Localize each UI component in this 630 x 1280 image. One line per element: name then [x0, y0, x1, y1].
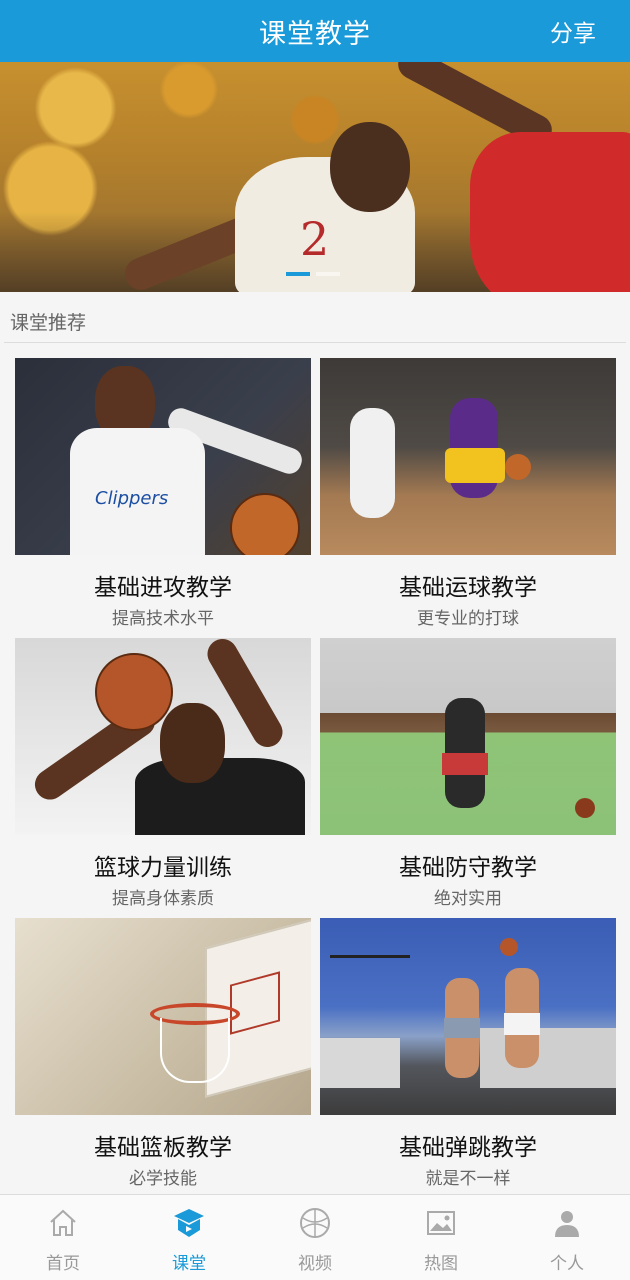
tab-classroom[interactable]: 课堂	[126, 1195, 252, 1280]
tab-home[interactable]: 首页	[0, 1195, 126, 1280]
image-icon	[423, 1205, 459, 1241]
course-title: 基础篮板教学	[94, 1135, 232, 1161]
course-subtitle: 更专业的打球	[417, 609, 519, 629]
course-thumbnail	[320, 638, 616, 835]
section-divider	[4, 342, 626, 343]
course-card[interactable]: 基础弹跳教学 就是不一样	[320, 918, 616, 1189]
classroom-icon	[171, 1205, 207, 1241]
course-subtitle: 绝对实用	[434, 889, 502, 909]
tab-label: 热图	[424, 1254, 458, 1274]
course-thumbnail	[320, 918, 616, 1115]
course-title: 基础运球教学	[399, 575, 537, 601]
course-card[interactable]: 基础运球教学 更专业的打球	[320, 358, 616, 629]
share-button[interactable]: 分享	[550, 14, 596, 48]
home-icon	[45, 1205, 81, 1241]
person-icon	[549, 1205, 585, 1241]
course-title: 基础弹跳教学	[399, 1135, 537, 1161]
course-thumbnail	[15, 918, 311, 1115]
page-title: 课堂教学	[259, 18, 371, 50]
course-thumbnail	[320, 358, 616, 555]
course-title: 基础防守教学	[399, 855, 537, 881]
banner-player2	[470, 132, 630, 292]
course-title: 篮球力量训练	[94, 855, 232, 881]
course-subtitle: 提高身体素质	[112, 889, 214, 909]
video-icon	[297, 1205, 333, 1241]
course-card[interactable]: 基础防守教学 绝对实用	[320, 638, 616, 909]
banner-carousel[interactable]: 2	[0, 62, 630, 292]
tab-video[interactable]: 视频	[252, 1195, 378, 1280]
bottom-tab-bar: 首页 课堂 视频 热图 个人	[0, 1194, 630, 1280]
carousel-dot[interactable]	[316, 272, 340, 276]
tab-label: 个人	[550, 1254, 584, 1274]
course-title: 基础进攻教学	[94, 575, 232, 601]
app-header: 课堂教学 分享	[0, 0, 630, 62]
carousel-indicator	[286, 272, 340, 276]
course-subtitle: 提高技术水平	[112, 609, 214, 629]
course-thumbnail	[15, 638, 311, 835]
course-thumbnail: Clippers	[15, 358, 311, 555]
tab-hot-images[interactable]: 热图	[378, 1195, 504, 1280]
tab-label: 首页	[46, 1254, 80, 1274]
banner-player1-head	[330, 122, 410, 212]
tab-label: 视频	[298, 1254, 332, 1274]
tab-label: 课堂	[172, 1254, 206, 1274]
course-subtitle: 就是不一样	[425, 1169, 511, 1189]
carousel-dot-active[interactable]	[286, 272, 310, 276]
tab-profile[interactable]: 个人	[504, 1195, 630, 1280]
course-card[interactable]: 基础篮板教学 必学技能	[15, 918, 311, 1189]
course-card[interactable]: Clippers 基础进攻教学 提高技术水平	[15, 358, 311, 629]
banner-jersey-number: 2	[300, 212, 330, 266]
section-title: 课堂推荐	[10, 312, 87, 334]
course-card[interactable]: 篮球力量训练 提高身体素质	[15, 638, 311, 909]
course-subtitle: 必学技能	[129, 1169, 197, 1189]
